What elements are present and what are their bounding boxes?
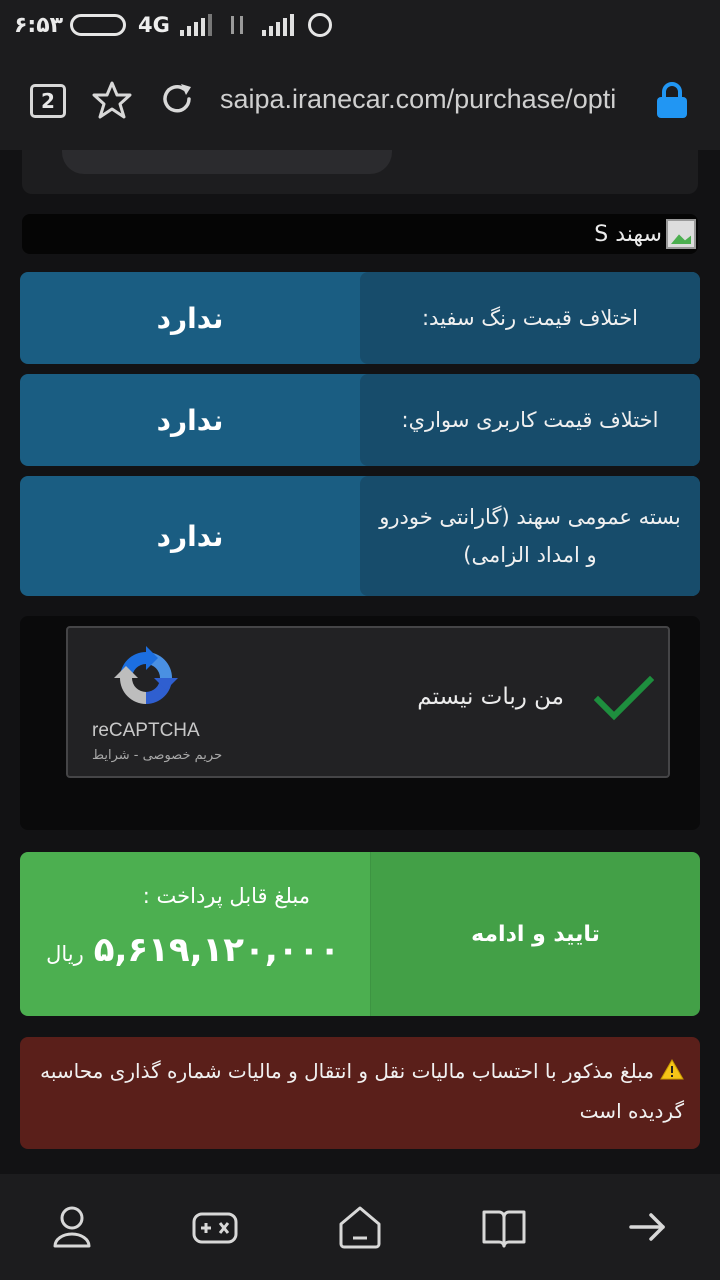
payment-title: مبلغ قابل پرداخت : (142, 884, 310, 908)
option-value: ندارد (156, 403, 224, 437)
captcha-section: من ربات نیستم reCAPTCHA حریم خصوصی - شرا… (20, 616, 700, 830)
option-row: ندارد اختلاف قیمت رنگ سفید: (20, 272, 700, 364)
warning-icon (660, 1059, 684, 1080)
profile-icon[interactable] (49, 1204, 95, 1250)
captcha-label: من ربات نیستم (417, 684, 564, 710)
star-icon[interactable] (92, 80, 132, 120)
payment-amount-panel: مبلغ قابل پرداخت : ۵,۶۱۹,۱۲۰,۰۰۰ ریال (20, 852, 370, 1016)
recaptcha-links[interactable]: حریم خصوصی - شرایط (92, 748, 222, 763)
tax-notice: مبلغ مذکور با احتساب مالیات نقل و انتقال… (20, 1037, 700, 1149)
bottom-navigation (0, 1174, 720, 1280)
signal-2-icon (261, 14, 294, 36)
status-bar: ۶:۵۳ 4G (0, 0, 720, 50)
url-field[interactable]: saipa.iranecar.com/purchase/opti (220, 84, 646, 120)
signal-icon (179, 14, 212, 36)
model-label: سهند S (594, 221, 662, 247)
data-transfer-icon (226, 14, 248, 36)
recaptcha-widget[interactable]: من ربات نیستم reCAPTCHA حریم خصوصی - شرا… (66, 626, 670, 778)
confirm-continue-button[interactable]: تایید و ادامه (370, 852, 700, 1016)
broken-image-icon (666, 219, 696, 249)
option-value: ندارد (156, 301, 224, 335)
checkmark-icon[interactable] (594, 674, 654, 724)
payment-amount: ۵,۶۱۹,۱۲۰,۰۰۰ (93, 930, 340, 970)
browser-toolbar: 2 saipa.iranecar.com/purchase/opti (0, 50, 720, 150)
page-content: سهند S ندارد اختلاف قیمت رنگ سفید: ندارد… (0, 150, 720, 1174)
tab-count-button[interactable]: 2 (30, 84, 66, 118)
forward-icon[interactable] (625, 1204, 671, 1250)
payment-currency: ریال (46, 942, 84, 966)
option-label: بسته عمومی سهند (گارانتی خودرو و امداد ا… (360, 476, 700, 596)
previous-section-card (22, 150, 698, 194)
home-icon[interactable] (337, 1204, 383, 1250)
previous-section-pill (62, 150, 392, 174)
notification-pill-icon (70, 14, 126, 36)
option-label: اختلاف قیمت رنگ سفید: (360, 272, 700, 364)
lock-icon[interactable] (654, 80, 690, 120)
option-row: ندارد بسته عمومی سهند (گارانتی خودرو و ا… (20, 476, 700, 596)
option-label: اختلاف قیمت کاربری سواري: (360, 374, 700, 466)
model-row: سهند S (22, 214, 698, 254)
status-time: ۶:۵۳ (14, 12, 64, 38)
option-row: ندارد اختلاف قیمت کاربری سواري: (20, 374, 700, 466)
notice-text: مبلغ مذکور با احتساب مالیات نقل و انتقال… (40, 1059, 684, 1123)
game-icon[interactable] (192, 1204, 238, 1250)
option-value: ندارد (156, 519, 224, 553)
recaptcha-brand: reCAPTCHA (92, 720, 200, 741)
network-type: 4G (138, 13, 170, 37)
recaptcha-logo-icon (114, 646, 178, 704)
payment-card: مبلغ قابل پرداخت : ۵,۶۱۹,۱۲۰,۰۰۰ ریال تا… (20, 852, 700, 1016)
alarm-icon (307, 13, 332, 37)
bookmarks-icon[interactable] (481, 1204, 527, 1250)
reload-icon[interactable] (158, 80, 196, 118)
